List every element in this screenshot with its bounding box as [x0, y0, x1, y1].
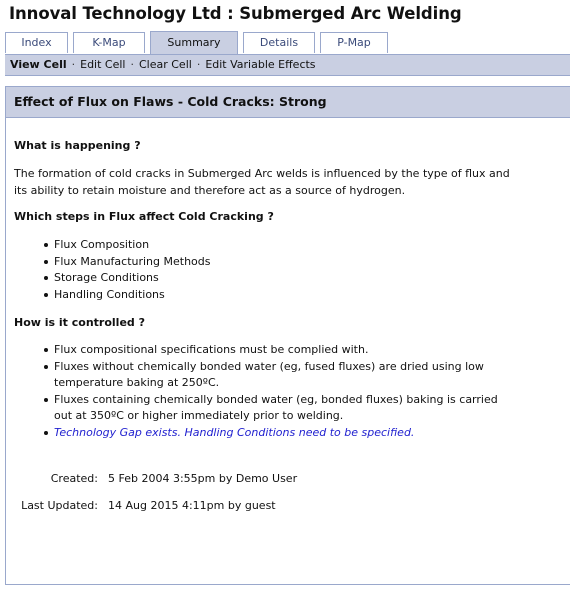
separator: · [130, 58, 134, 71]
steps-heading: Which steps in Flux affect Cold Cracking… [14, 210, 274, 223]
technology-gap-note: Technology Gap exists. Handling Conditio… [42, 425, 512, 442]
what-text: The formation of cold cracks in Submerge… [14, 167, 510, 197]
updated-value: 14 Aug 2015 4:11pm by guest [108, 499, 276, 512]
app-title: Innoval Technology Ltd : Submerged Arc W… [9, 4, 462, 23]
control-heading: How is it controlled ? [14, 316, 145, 329]
created-label: Created: [50, 472, 98, 485]
panel-title: Effect of Flux on Flaws - Cold Cracks: S… [6, 87, 570, 118]
separator: · [196, 58, 201, 71]
clear-cell-link[interactable]: Clear Cell [139, 58, 192, 71]
created-row: Created: 5 Feb 2004 3:55pm by Demo User [6, 472, 297, 485]
updated-label: Last Updated: [21, 499, 98, 512]
list-item: Storage Conditions [42, 270, 211, 287]
list-item: Fluxes without chemically bonded water (… [42, 359, 512, 392]
edit-variable-effects-link[interactable]: Edit Variable Effects [205, 58, 315, 71]
list-item: Fluxes containing chemically bonded wate… [42, 392, 512, 425]
what-heading: What is happening ? [14, 139, 141, 152]
list-item: Flux compositional specifications must b… [42, 342, 512, 359]
tab-summary[interactable]: Summary [150, 31, 238, 54]
separator: · [71, 58, 76, 71]
tab-details[interactable]: Details [243, 32, 315, 53]
control-list: Flux compositional specifications must b… [42, 342, 512, 441]
list-item: Flux Composition [42, 237, 211, 254]
steps-list: Flux Composition Flux Manufacturing Meth… [42, 237, 211, 303]
view-cell-link[interactable]: View Cell [10, 58, 67, 71]
cell-actions-bar: View Cell · Edit Cell · Clear Cell · Edit Vari… [5, 54, 570, 76]
tab-index[interactable]: Index [5, 32, 68, 53]
tab-p-map[interactable]: P-Map [320, 32, 388, 53]
list-item: Flux Manufacturing Methods [42, 254, 211, 271]
created-value: 5 Feb 2004 3:55pm by Demo User [108, 472, 298, 485]
list-item: Handling Conditions [42, 287, 211, 304]
cell-summary-panel: Effect of Flux on Flaws - Cold Cracks: S… [5, 86, 570, 585]
updated-row: Last Updated: 14 Aug 2015 4:11pm by guest [6, 499, 276, 512]
edit-cell-link[interactable]: Edit Cell [80, 58, 125, 71]
tab-k-map[interactable]: K-Map [73, 32, 145, 53]
